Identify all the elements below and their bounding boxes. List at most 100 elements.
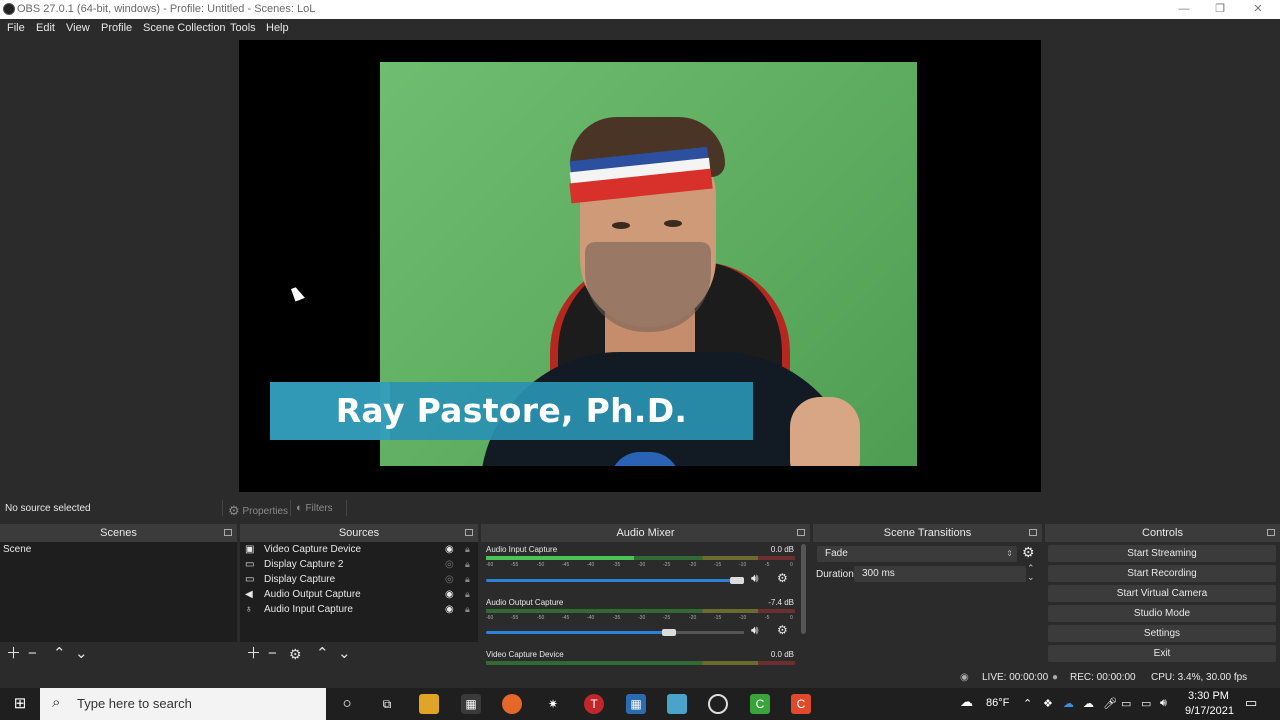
tray-chevron-icon[interactable]: ⌃ (1023, 697, 1032, 710)
source-toolbar: No source selected ⚙ Properties ◐ Filter… (0, 497, 1280, 519)
lock-icon[interactable]: 🔒︎ (465, 602, 470, 617)
rec-icon: ● (1052, 672, 1059, 683)
dock-float-icon[interactable] (224, 529, 232, 536)
t-app-icon[interactable]: T (584, 694, 604, 714)
microphone-tray-icon[interactable]: 🎤︎ (1103, 697, 1117, 710)
cloud-icon[interactable]: ☁ (1083, 697, 1094, 710)
transition-select[interactable]: Fade ⇕ (817, 546, 1017, 562)
speaker-icon[interactable]: 🔊︎ (751, 571, 759, 586)
notes-app-icon[interactable] (667, 694, 687, 714)
gear-icon[interactable]: ⚙ (777, 571, 788, 585)
lock-icon[interactable]: 🔒︎ (465, 557, 470, 572)
settings-button[interactable]: Settings (1048, 625, 1276, 642)
volume-slider[interactable] (486, 629, 744, 636)
meter-tick-label: -10 (739, 615, 747, 621)
filters-button[interactable]: ◐ Filters (296, 502, 333, 514)
calculator-icon[interactable]: ▦ (626, 694, 646, 714)
scene-item[interactable]: Scene (0, 542, 237, 557)
onedrive-icon[interactable]: ☁ (1063, 697, 1074, 710)
meter-tick-label: -60 (486, 615, 494, 621)
duration-input[interactable]: 300 ms (854, 566, 1026, 582)
dock-float-icon[interactable] (465, 529, 473, 536)
volume-slider[interactable] (486, 577, 744, 584)
menu-help[interactable]: Help (266, 22, 289, 34)
window-title: OBS 27.0.1 (64-bit, windows) - Profile: … (17, 3, 316, 15)
lock-icon[interactable]: 🔒︎ (465, 587, 470, 602)
rec-timer: REC: 00:00:00 (1070, 672, 1136, 683)
camtasia-icon[interactable]: C (750, 694, 770, 714)
menu-bar: File Edit View Profile Scene Collection … (0, 19, 1280, 38)
store-icon[interactable]: ▦ (461, 694, 481, 714)
app-icon[interactable]: ✷ (543, 694, 563, 714)
maximize-button[interactable]: ❐ (1202, 1, 1238, 18)
move-source-up-button[interactable]: ⌃ (316, 645, 329, 663)
source-item[interactable]: ◀ Audio Output Capture ◉ 🔒︎ (240, 587, 478, 602)
file-explorer-icon[interactable] (419, 694, 439, 714)
speaker-icon: ◀ (245, 589, 253, 600)
obs-taskbar-icon[interactable] (708, 694, 728, 714)
weather-icon[interactable]: ☁ (960, 694, 973, 710)
start-virtual-camera-button[interactable]: Start Virtual Camera (1048, 585, 1276, 602)
firefox-icon[interactable] (502, 694, 522, 714)
mixer-channels: Audio Input Capture 0.0 dB -60 -55 -50 -45-… (481, 542, 810, 666)
properties-button[interactable]: ⚙ Properties (228, 502, 288, 518)
dropbox-icon[interactable]: ❖ (1043, 697, 1053, 710)
source-item[interactable]: ♁ Audio Input Capture ◉ 🔒︎ (240, 602, 478, 617)
snagit-icon[interactable]: C (791, 694, 811, 714)
lock-icon[interactable]: 🔒︎ (465, 572, 470, 587)
add-scene-button[interactable]: ＋ (6, 645, 21, 663)
meter-tick-label: -30 (638, 615, 646, 621)
lock-icon[interactable]: 🔒︎ (465, 542, 470, 557)
move-scene-up-button[interactable]: ⌃ (53, 645, 66, 663)
menu-tools[interactable]: Tools (230, 22, 256, 34)
duration-stepper-icon[interactable]: ⌃ ⌄ (1027, 564, 1035, 582)
menu-edit[interactable]: Edit (36, 22, 55, 34)
remove-scene-button[interactable]: − (28, 645, 37, 663)
windows-start-icon[interactable]: ⊞ (10, 694, 30, 714)
visibility-hidden-icon[interactable]: ◎ (445, 557, 454, 572)
menu-scene-collection[interactable]: Scene Collection (143, 22, 226, 34)
cortana-icon[interactable]: ○ (337, 694, 357, 714)
start-recording-button[interactable]: Start Recording (1048, 565, 1276, 582)
close-button[interactable]: ✕ (1240, 1, 1276, 18)
menu-profile[interactable]: Profile (101, 22, 132, 34)
volume-slider-knob[interactable] (662, 629, 676, 636)
network-icon[interactable]: ▭ (1141, 697, 1151, 710)
source-item[interactable]: ▭ Display Capture 2 ◎ 🔒︎ (240, 557, 478, 572)
move-scene-down-button[interactable]: ⌄ (75, 645, 88, 663)
preview-canvas[interactable]: Ray Pastore, Ph.D. (239, 40, 1041, 492)
exit-button[interactable]: Exit (1048, 645, 1276, 662)
source-properties-gear-icon[interactable]: ⚙ (289, 645, 302, 663)
dock-float-icon[interactable] (797, 529, 805, 536)
start-streaming-button[interactable]: Start Streaming (1048, 545, 1276, 562)
battery-icon[interactable]: ▭ (1121, 697, 1131, 710)
studio-mode-button[interactable]: Studio Mode (1048, 605, 1276, 622)
add-source-button[interactable]: ＋ (246, 645, 261, 663)
minimize-button[interactable]: — (1166, 1, 1202, 18)
volume-slider-knob[interactable] (730, 577, 744, 584)
scene-transitions-dock: Scene Transitions Fade ⇕ ⚙ Duration 300 … (813, 524, 1042, 666)
speaker-icon[interactable]: 🔊︎ (751, 623, 759, 638)
visibility-eye-icon[interactable]: ◉ (445, 602, 454, 617)
notifications-icon[interactable]: ▭ (1245, 695, 1257, 711)
dock-float-icon[interactable] (1029, 529, 1037, 536)
task-view-icon[interactable]: ⧉ (377, 694, 397, 714)
mixer-scrollbar[interactable] (801, 544, 806, 634)
taskbar-search-box[interactable]: ⌕ Type here to search (40, 688, 326, 720)
visibility-eye-icon[interactable]: ◉ (445, 587, 454, 602)
visibility-eye-icon[interactable]: ◉ (445, 542, 454, 557)
source-item[interactable]: ▣ Video Capture Device ◉ 🔒︎ (240, 542, 478, 557)
dock-float-icon[interactable] (1267, 529, 1275, 536)
meter-tick-label: -55 (511, 615, 519, 621)
move-source-down-button[interactable]: ⌄ (338, 645, 351, 663)
menu-file[interactable]: File (7, 22, 25, 34)
mixer-channel-name: Video Capture Device (486, 650, 564, 659)
remove-source-button[interactable]: − (268, 645, 277, 663)
source-item[interactable]: ▭ Display Capture ◎ 🔒︎ (240, 572, 478, 587)
gear-icon[interactable]: ⚙ (777, 623, 788, 637)
visibility-hidden-icon[interactable]: ◎ (445, 572, 454, 587)
transition-gear-icon[interactable]: ⚙ (1022, 544, 1035, 561)
menu-view[interactable]: View (66, 22, 90, 34)
filters-icon: ◐ (296, 502, 303, 514)
volume-icon[interactable]: 🔊︎ (1160, 697, 1167, 710)
